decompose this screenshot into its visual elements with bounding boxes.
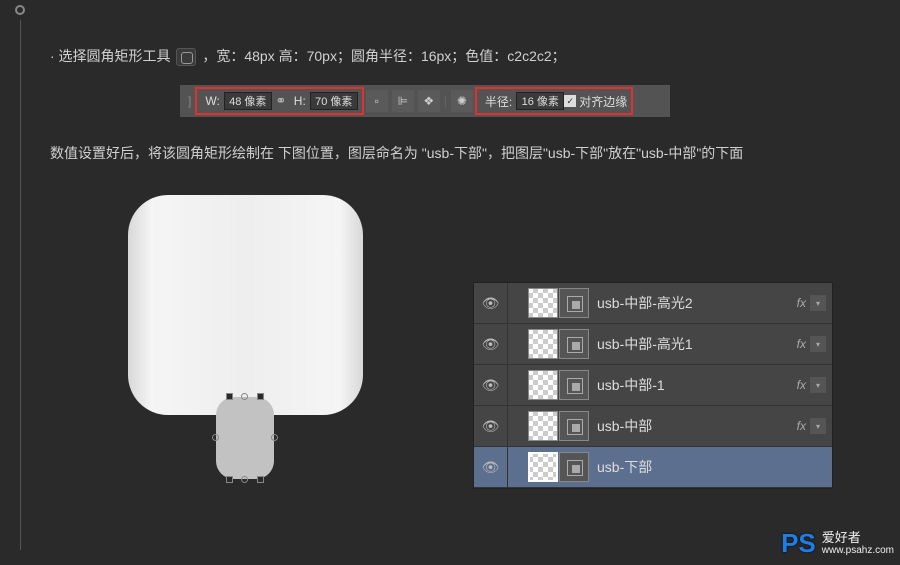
layer-thumbnail[interactable] [528, 452, 558, 482]
timeline-dot [15, 5, 25, 15]
layer-row[interactable]: 👁 usb-下部 [474, 447, 832, 488]
width-input[interactable] [224, 92, 272, 110]
visibility-eye-icon[interactable]: 👁 [482, 336, 500, 353]
instruction-suffix: ，宽：48px 高：70px；圆角半径：16px；色值：c2c2c2； [202, 48, 565, 64]
path-anchor[interactable] [257, 393, 264, 400]
dimensions-highlight: W: ⚭ H: [195, 87, 363, 115]
radius-label: 半径: [485, 93, 512, 110]
fx-dropdown-icon[interactable]: ▾ [810, 418, 826, 434]
layer-thumbnail[interactable] [528, 329, 558, 359]
height-label: H: [294, 94, 306, 108]
layer-name[interactable]: usb-中部-高光2 [597, 293, 797, 313]
instruction-prefix: · 选择圆角矩形工具 [50, 48, 171, 64]
fx-indicator[interactable]: fx [797, 378, 806, 392]
align-edges-label: 对齐边缘 [579, 93, 627, 110]
path-anchor[interactable] [226, 393, 233, 400]
path-anchor[interactable] [271, 434, 278, 441]
separator: | [444, 94, 447, 108]
watermark: PS 爱好者 www.psahz.com [781, 528, 894, 559]
arrange-button[interactable]: ❖ [418, 90, 440, 112]
fx-dropdown-icon[interactable]: ▾ [810, 377, 826, 393]
layer-row[interactable]: 👁 usb-中部-1fx ▾ [474, 365, 832, 406]
height-input[interactable] [310, 92, 358, 110]
fx-indicator[interactable]: fx [797, 296, 806, 310]
layers-panel: 👁usb-中部-高光2fx▾👁usb-中部-高光1fx▾👁usb-中部-1fx▾… [473, 282, 833, 489]
instruction-line-1: · 选择圆角矩形工具 ，宽：48px 高：70px；圆角半径：16px；色值：c… [50, 45, 860, 67]
vector-mask-thumbnail[interactable] [559, 452, 589, 482]
vector-mask-thumbnail[interactable] [559, 288, 589, 318]
visibility-eye-icon[interactable]: 👁 [482, 459, 500, 476]
divider-icon: ] [188, 94, 191, 108]
fx-dropdown-icon[interactable]: ▾ [810, 336, 826, 352]
align-button[interactable]: ⊫ [392, 90, 414, 112]
width-label: W: [205, 94, 219, 108]
layer-thumbnail[interactable] [528, 370, 558, 400]
layer-name[interactable]: usb-中部 [597, 416, 797, 436]
fx-indicator[interactable]: fx [797, 419, 806, 433]
usb-bottom-shape [216, 397, 274, 479]
tool-options-bar: ] W: ⚭ H: ▫ ⊫ ❖ | ✺ 半径: ✓ 对齐边缘 [180, 85, 670, 117]
layer-name[interactable]: usb-中部-1 [597, 375, 797, 395]
path-anchor[interactable] [241, 476, 248, 483]
vector-mask-thumbnail[interactable] [559, 329, 589, 359]
timeline-line [20, 20, 21, 550]
instruction-line-2: 数值设置好后，将该圆角矩形绘制在 下图位置，图层命名为 "usb-下部"，把图层… [50, 139, 860, 167]
layer-row[interactable]: 👁 usb-中部-高光1fx ▾ [474, 324, 832, 365]
fx-dropdown-icon[interactable]: ▾ [810, 295, 826, 311]
link-dimensions-icon[interactable]: ⚭ [272, 93, 290, 109]
watermark-url: www.psahz.com [822, 545, 894, 557]
layer-row[interactable]: 👁 usb-中部-高光2fx ▾ [474, 283, 832, 324]
radius-highlight: 半径: ✓ 对齐边缘 [475, 87, 633, 115]
path-anchor[interactable] [241, 393, 248, 400]
layer-row[interactable]: 👁 usb-中部fx ▾ [474, 406, 832, 447]
align-edges-checkbox[interactable]: ✓ [564, 95, 576, 107]
layer-thumbnail[interactable] [528, 411, 558, 441]
path-anchor[interactable] [212, 434, 219, 441]
path-anchor[interactable] [226, 476, 233, 483]
usb-mid-shape [128, 195, 363, 415]
radius-input[interactable] [516, 92, 564, 110]
vector-mask-thumbnail[interactable] [559, 370, 589, 400]
rounded-rectangle-tool-icon [176, 48, 196, 66]
path-anchor[interactable] [257, 476, 264, 483]
shape-preview [105, 195, 385, 545]
visibility-eye-icon[interactable]: 👁 [482, 418, 500, 435]
watermark-logo: PS [781, 528, 816, 559]
visibility-eye-icon[interactable]: 👁 [482, 377, 500, 394]
align-edges-button[interactable]: ▫ [366, 90, 388, 112]
watermark-title: 爱好者 [822, 530, 894, 546]
settings-gear-icon[interactable]: ✺ [451, 90, 473, 112]
layer-name[interactable]: usb-下部 [597, 457, 832, 477]
usb-bottom-selection[interactable] [216, 397, 274, 479]
layer-name[interactable]: usb-中部-高光1 [597, 334, 797, 354]
vector-mask-thumbnail[interactable] [559, 411, 589, 441]
fx-indicator[interactable]: fx [797, 337, 806, 351]
visibility-eye-icon[interactable]: 👁 [482, 295, 500, 312]
layer-thumbnail[interactable] [528, 288, 558, 318]
